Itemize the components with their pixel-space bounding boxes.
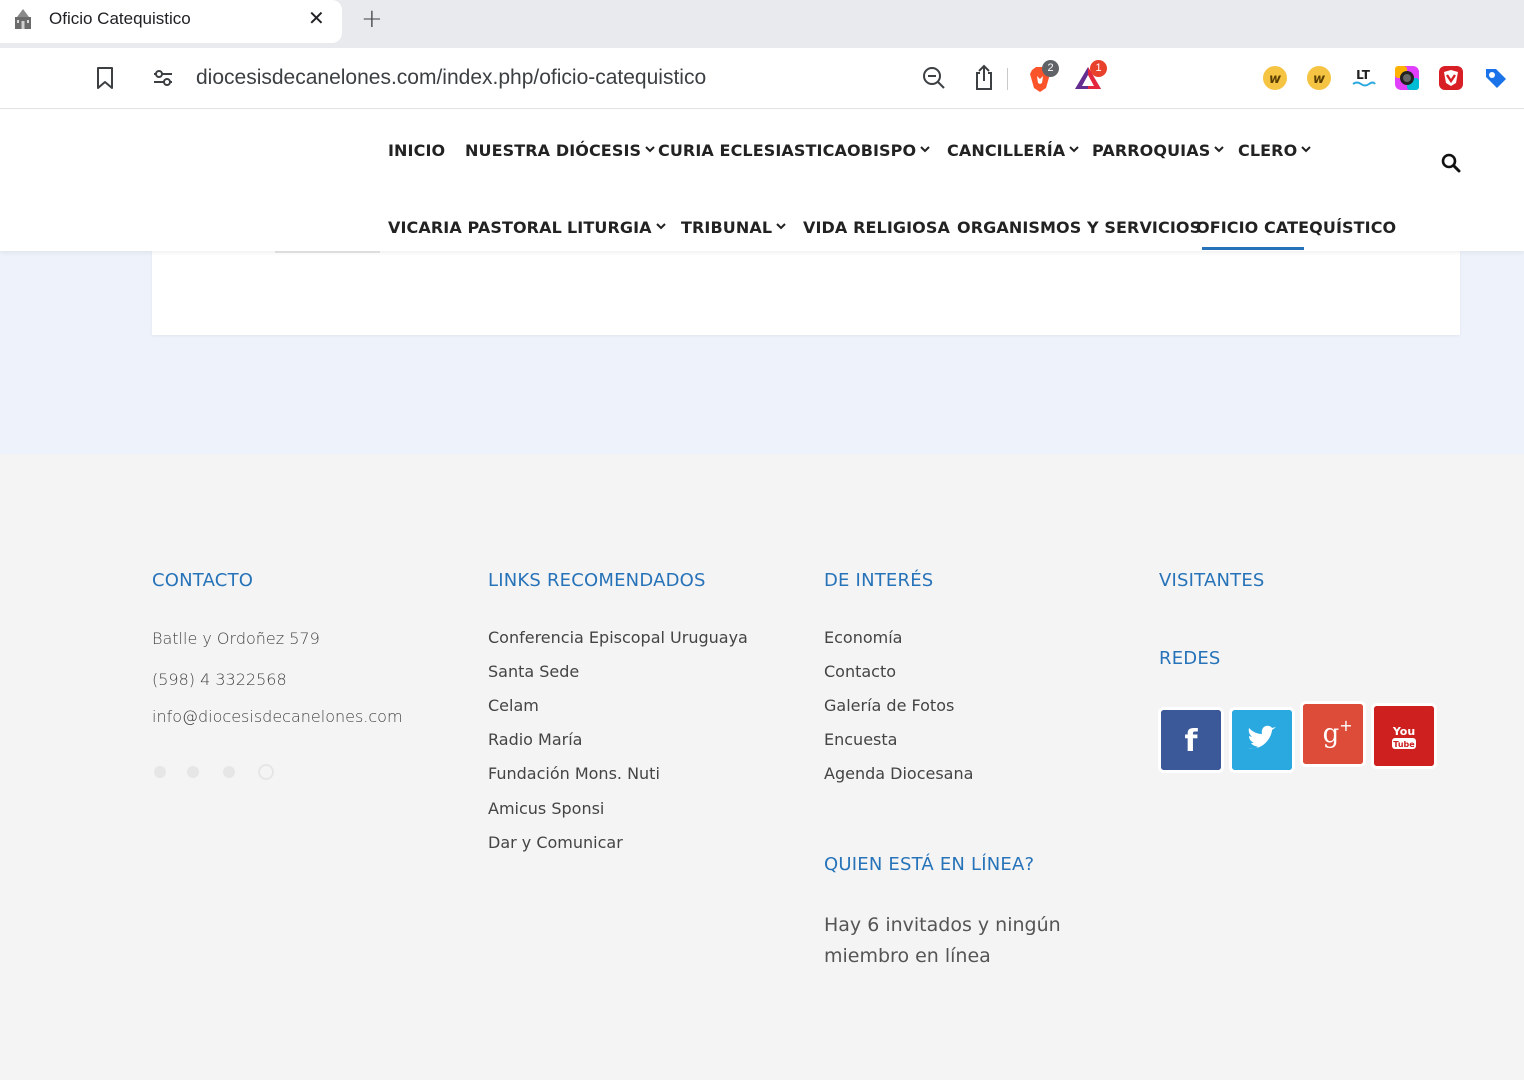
chevron-down-icon bbox=[645, 146, 655, 153]
redes-heading: REDES bbox=[1159, 648, 1221, 669]
nav-item-vida-religiosa[interactable]: VIDA RELIGIOSA bbox=[803, 218, 950, 237]
nav-label: VIDA RELIGIOSA bbox=[803, 218, 950, 237]
brave-shields-button[interactable]: 2 bbox=[1024, 60, 1059, 94]
link-item[interactable]: Amicus Sponsi bbox=[488, 799, 604, 818]
search-icon[interactable] bbox=[1441, 153, 1461, 173]
contact-address: Batlle y Ordoñez 579 bbox=[152, 629, 320, 648]
nav-label: OBISPO bbox=[847, 141, 917, 160]
link-item[interactable]: Celam bbox=[488, 696, 539, 715]
nav-label: NUESTRA DIÓCESIS bbox=[465, 141, 642, 160]
nav-label: VICARIA PASTORAL bbox=[388, 218, 562, 237]
address-bar[interactable]: diocesisdecanelones.com/index.php/oficio… bbox=[140, 54, 1130, 102]
color-picker-icon[interactable] bbox=[1394, 65, 1420, 91]
languagetool-icon[interactable]: LT bbox=[1350, 65, 1376, 91]
nav-item-vicaria-pastoral[interactable]: VICARIA PASTORAL bbox=[388, 218, 562, 237]
extension-w-icon[interactable]: w bbox=[1262, 65, 1288, 91]
contact-email[interactable]: info@diocesisdecanelones.com bbox=[152, 707, 403, 726]
site-header: INICIO NUESTRA DIÓCESIS CURIA ECLESIASTI… bbox=[0, 109, 1524, 251]
svg-text:f: f bbox=[1184, 724, 1198, 759]
link-item[interactable]: Santa Sede bbox=[488, 662, 579, 681]
interes-item[interactable]: Contacto bbox=[824, 662, 896, 681]
twitter-icon[interactable] bbox=[1232, 710, 1292, 770]
nav-item-inicio[interactable]: INICIO bbox=[388, 141, 445, 160]
shields-badge: 2 bbox=[1042, 60, 1059, 77]
svg-text:LT: LT bbox=[1356, 68, 1371, 82]
close-tab-icon[interactable]: ✕ bbox=[308, 6, 325, 30]
nav-label: TRIBUNAL bbox=[681, 218, 773, 237]
interes-item[interactable]: Encuesta bbox=[824, 730, 897, 749]
link-item[interactable]: Fundación Mons. Nuti bbox=[488, 764, 660, 783]
contact-phone: (598) 4 3322568 bbox=[152, 670, 287, 689]
link-item[interactable]: Conferencia Episcopal Uruguaya bbox=[488, 628, 748, 647]
svg-text:w: w bbox=[1269, 72, 1282, 87]
nav-label: INICIO bbox=[388, 141, 446, 160]
svg-text:w: w bbox=[1313, 72, 1326, 87]
visitantes-heading: VISITANTES bbox=[1159, 570, 1265, 591]
nav-item-liturgia[interactable]: LITURGIA bbox=[567, 218, 666, 237]
browser-tab-bar: Oficio Catequistico ✕ + bbox=[0, 0, 1524, 48]
nav-item-clero[interactable]: CLERO bbox=[1238, 141, 1312, 160]
nav-label: CLERO bbox=[1238, 141, 1298, 160]
tab-title: Oficio Catequistico bbox=[49, 9, 191, 28]
nav-item-cancilleria[interactable]: CANCILLERÍA bbox=[947, 141, 1080, 160]
tag-extension-icon[interactable] bbox=[1483, 65, 1509, 91]
chevron-down-icon bbox=[776, 223, 786, 230]
interes-item[interactable]: Economía bbox=[824, 628, 902, 647]
extension-w-alt-icon[interactable]: w bbox=[1306, 65, 1332, 91]
brave-rewards-button[interactable]: 1 bbox=[1072, 60, 1107, 94]
link-item[interactable]: Radio María bbox=[488, 730, 582, 749]
new-tab-button[interactable]: + bbox=[361, 4, 383, 34]
nav-item-organismos-y-servicios[interactable]: ORGANISMOS Y SERVICIOS bbox=[957, 218, 1201, 237]
active-nav-indicator bbox=[1202, 247, 1304, 250]
content-divider bbox=[275, 251, 380, 253]
link-item[interactable]: Dar y Comunicar bbox=[488, 833, 623, 852]
nav-item-oficio-catequistico[interactable]: OFICIO CATEQUÍSTICO bbox=[1196, 218, 1396, 237]
vivaldi-shield-icon[interactable] bbox=[1438, 65, 1464, 91]
chevron-down-icon bbox=[655, 223, 666, 230]
toolbar-separator bbox=[1007, 68, 1008, 90]
cathedral-favicon-icon bbox=[15, 9, 31, 29]
site-settings-icon[interactable] bbox=[152, 68, 174, 88]
bookmark-icon[interactable] bbox=[96, 66, 114, 90]
links-heading: LINKS RECOMENDADOS bbox=[488, 570, 706, 591]
chevron-down-icon bbox=[1069, 146, 1080, 153]
faint-social-icons bbox=[154, 764, 274, 780]
url-text[interactable]: diocesisdecanelones.com/index.php/oficio… bbox=[196, 66, 706, 90]
browser-tab[interactable]: Oficio Catequistico ✕ bbox=[0, 0, 342, 43]
site-footer: CONTACTO Batlle y Ordoñez 579 (598) 4 33… bbox=[0, 454, 1524, 1080]
nav-label: CANCILLERÍA bbox=[947, 141, 1066, 160]
nav-item-tribunal[interactable]: TRIBUNAL bbox=[681, 218, 786, 237]
chevron-down-icon bbox=[920, 146, 930, 153]
nav-item-nuestra-diocesis[interactable]: NUESTRA DIÓCESIS bbox=[465, 141, 655, 160]
interes-item[interactable]: Agenda Diocesana bbox=[824, 764, 973, 783]
youtube-icon[interactable]: You Tube bbox=[1374, 706, 1434, 766]
svg-text:Tube: Tube bbox=[1393, 740, 1415, 749]
nav-label: CURIA ECLESIASTICA bbox=[658, 141, 847, 160]
nav-item-curia-eclesiastica[interactable]: CURIA ECLESIASTICA bbox=[658, 141, 847, 160]
interes-item[interactable]: Galería de Fotos bbox=[824, 696, 954, 715]
nav-item-obispo[interactable]: OBISPO bbox=[847, 141, 930, 160]
svg-text:You: You bbox=[1392, 725, 1415, 738]
nav-label: LITURGIA bbox=[567, 218, 652, 237]
online-heading: QUIEN ESTÁ EN LÍNEA? bbox=[824, 854, 1035, 875]
rewards-badge: 1 bbox=[1090, 60, 1107, 77]
nav-item-parroquias[interactable]: PARROQUIAS bbox=[1092, 141, 1225, 160]
google-plus-icon[interactable]: g + bbox=[1303, 704, 1363, 764]
facebook-icon[interactable]: f bbox=[1161, 710, 1221, 770]
chevron-down-icon bbox=[1301, 146, 1312, 153]
contacto-heading: CONTACTO bbox=[152, 570, 254, 591]
nav-label: OFICIO CATEQUÍSTICO bbox=[1196, 218, 1397, 237]
svg-text:g: g bbox=[1323, 719, 1340, 749]
browser-toolbar: diocesisdecanelones.com/index.php/oficio… bbox=[0, 48, 1524, 109]
svg-text:+: + bbox=[1339, 716, 1352, 735]
chevron-down-icon bbox=[1214, 146, 1225, 153]
nav-label: PARROQUIAS bbox=[1092, 141, 1211, 160]
social-buttons: f g + You Tube bbox=[1158, 702, 1438, 774]
zoom-out-icon[interactable] bbox=[922, 66, 946, 90]
nav-label: ORGANISMOS Y SERVICIOS bbox=[957, 218, 1202, 237]
interes-heading: DE INTERÉS bbox=[824, 570, 934, 591]
online-status-text: Hay 6 invitados y ningún miembro en líne… bbox=[824, 914, 1061, 967]
share-icon[interactable] bbox=[973, 63, 995, 91]
content-card bbox=[152, 251, 1460, 335]
